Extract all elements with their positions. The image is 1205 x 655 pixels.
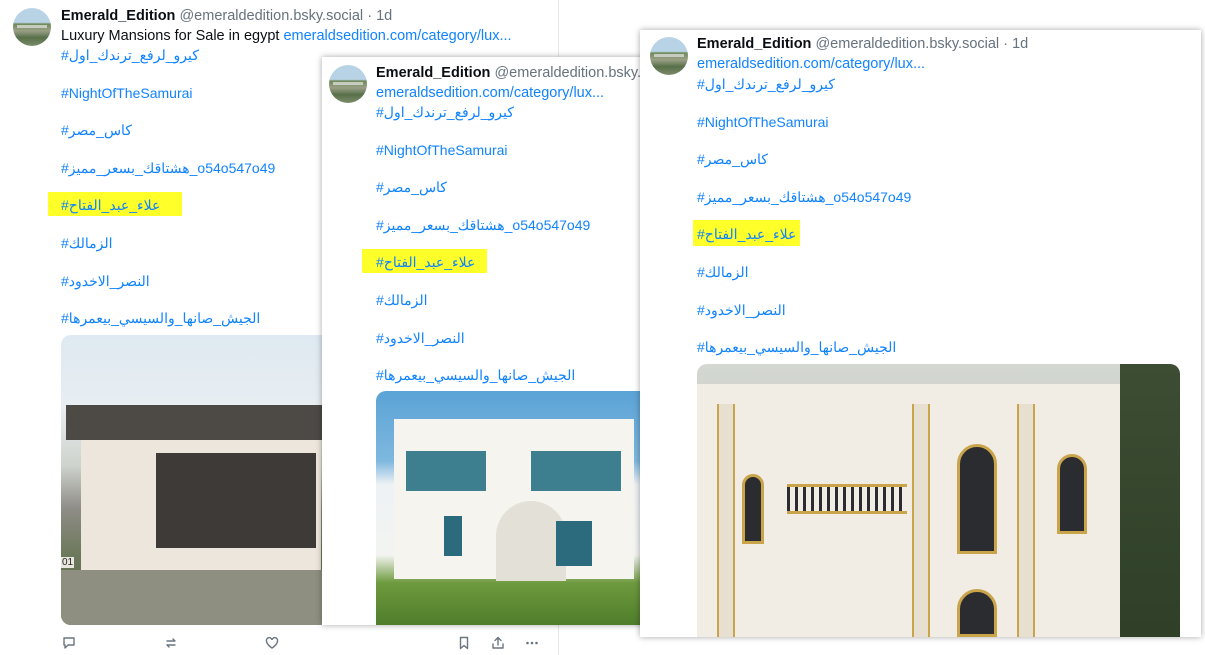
image-window xyxy=(957,589,997,637)
post-text: Luxury Mansions for Sale in egypt emeral… xyxy=(61,27,512,45)
hashtag-link[interactable]: #النصر_الاخدود xyxy=(376,330,465,346)
hashtag-link[interactable]: #هشتاقك_بسعر_مميز_o54o547o49 xyxy=(61,160,275,176)
hashtag-item-highlighted[interactable]: #علاء_عبد_الفتاح xyxy=(47,192,275,234)
hashtag-link[interactable]: #كاس_مصر xyxy=(697,151,768,167)
hashtag-item-highlighted[interactable]: #علاء_عبد_الفتاح xyxy=(361,249,590,291)
author-handle[interactable]: @emeraldedition.bsky.social xyxy=(815,36,999,52)
hashtag-item[interactable]: #الزمالك xyxy=(61,234,275,272)
hashtag-link[interactable]: #الجيش_صانها_والسيسي_بيعمرها xyxy=(376,367,575,383)
hashtag-item[interactable]: #كيرو_لرفع_ترندك_اول xyxy=(61,46,275,84)
image-window xyxy=(444,516,462,556)
hashtag-item[interactable]: #هشتاقك_بسعر_مميز_o54o547o49 xyxy=(61,159,275,197)
author-handle[interactable]: @emeraldedition.bsky. xyxy=(494,65,641,81)
hashtag-link[interactable]: #كيرو_لرفع_ترندك_اول xyxy=(697,76,835,92)
post-actions-secondary xyxy=(456,636,556,654)
hashtag-item[interactable]: #NightOfTheSamurai xyxy=(376,141,590,179)
post-link[interactable]: emeraldsedition.com/category/lux... xyxy=(283,28,511,44)
hashtag-link[interactable]: #كيرو_لرفع_ترندك_اول xyxy=(61,47,199,63)
hashtag-link[interactable]: #NightOfTheSamurai xyxy=(376,142,508,158)
author-name[interactable]: Emerald_Edition xyxy=(697,36,811,52)
hashtag-link[interactable]: #علاء_عبد_الفتاح xyxy=(61,197,160,213)
hashtag-link[interactable]: #كيرو_لرفع_ترندك_اول xyxy=(376,104,514,120)
post-header: Emerald_Edition @emeraldedition.bsky. xyxy=(376,64,641,82)
share-icon[interactable] xyxy=(490,636,506,652)
separator-dot: · xyxy=(1003,36,1009,52)
more-icon[interactable] xyxy=(524,636,540,652)
image-lawn xyxy=(61,570,361,625)
hashtag-link[interactable]: #الجيش_صانها_والسيسي_بيعمرها xyxy=(61,310,260,326)
hashtag-link[interactable]: #NightOfTheSamurai xyxy=(697,114,829,130)
image-balcony xyxy=(531,451,621,491)
hashtag-item[interactable]: #NightOfTheSamurai xyxy=(697,113,911,151)
heart-icon[interactable] xyxy=(264,636,280,652)
image-door xyxy=(556,521,592,566)
image-roof xyxy=(66,405,356,440)
post-header: Emerald_Edition @emeraldedition.bsky.soc… xyxy=(697,35,1028,53)
hashtag-list: #كيرو_لرفع_ترندك_اول #NightOfTheSamurai … xyxy=(47,46,275,347)
hashtag-item[interactable]: #كيرو_لرفع_ترندك_اول xyxy=(376,103,590,141)
avatar[interactable] xyxy=(13,8,51,46)
image-window xyxy=(742,474,764,544)
post-link[interactable]: emeraldsedition.com/category/lux... xyxy=(697,56,925,72)
hashtag-link[interactable]: #هشتاقك_بسعر_مميز_o54o547o49 xyxy=(697,189,911,205)
image-column xyxy=(717,404,735,637)
post-text: emeraldsedition.com/category/lux... xyxy=(376,84,604,102)
hashtag-item[interactable]: #النصر_الاخدود xyxy=(61,272,275,310)
post-image[interactable] xyxy=(697,364,1180,637)
hashtag-item[interactable]: #الزمالك xyxy=(376,291,590,329)
separator-dot: · xyxy=(367,8,373,24)
hashtag-link[interactable]: #كاس_مصر xyxy=(376,179,447,195)
reply-icon[interactable] xyxy=(61,636,77,652)
hashtag-item[interactable]: #كاس_مصر xyxy=(376,178,590,216)
bookmark-icon[interactable] xyxy=(456,636,472,652)
author-handle[interactable]: @emeraldedition.bsky.social xyxy=(179,8,363,24)
repost-icon[interactable] xyxy=(163,636,179,652)
image-tree xyxy=(1120,364,1180,637)
house-number: 01 xyxy=(61,557,75,568)
hashtag-link[interactable]: #الزمالك xyxy=(376,292,428,308)
hashtag-item[interactable]: #كاس_مصر xyxy=(61,121,275,159)
hashtag-item[interactable]: #هشتاقك_بسعر_مميز_o54o547o49 xyxy=(376,216,590,254)
post-text: emeraldsedition.com/category/lux... xyxy=(697,55,925,73)
avatar[interactable] xyxy=(650,37,688,75)
post-link[interactable]: emeraldsedition.com/category/lux... xyxy=(376,85,604,101)
hashtag-link[interactable]: #علاء_عبد_الفتاح xyxy=(697,226,796,242)
post-text-prefix: Luxury Mansions for Sale in egypt xyxy=(61,28,284,44)
hashtag-link[interactable]: #الزمالك xyxy=(697,264,749,280)
hashtag-link[interactable]: #النصر_الاخدود xyxy=(61,273,150,289)
post-card-3[interactable]: Emerald_Edition @emeraldedition.bsky.soc… xyxy=(640,30,1201,637)
hashtag-link[interactable]: #كاس_مصر xyxy=(61,122,132,138)
hashtag-item[interactable]: #كاس_مصر xyxy=(697,150,911,188)
image-pergola xyxy=(406,451,486,491)
hashtag-item[interactable]: #الزمالك xyxy=(697,263,911,301)
author-name[interactable]: Emerald_Edition xyxy=(61,8,175,24)
image-window xyxy=(1057,454,1087,534)
hashtag-link[interactable]: #هشتاقك_بسعر_مميز_o54o547o49 xyxy=(376,217,590,233)
post-image[interactable]: 01 xyxy=(61,335,361,625)
hashtag-link[interactable]: #NightOfTheSamurai xyxy=(61,85,193,101)
hashtag-link[interactable]: #علاء_عبد_الفتاح xyxy=(376,254,475,270)
hashtag-item-highlighted[interactable]: #علاء_عبد_الفتاح xyxy=(692,220,911,263)
hashtag-list: #كيرو_لرفع_ترندك_اول #NightOfTheSamurai … xyxy=(692,75,911,376)
post-time[interactable]: 1d xyxy=(1012,36,1028,52)
hashtag-item[interactable]: #النصر_الاخدود xyxy=(376,329,590,367)
avatar[interactable] xyxy=(329,65,367,103)
image-window xyxy=(957,444,997,554)
hashtag-link[interactable]: #الجيش_صانها_والسيسي_بيعمرها xyxy=(697,339,896,355)
hashtag-link[interactable]: #الزمالك xyxy=(61,235,113,251)
image-facade xyxy=(156,453,316,548)
hashtag-item[interactable]: #النصر_الاخدود xyxy=(697,301,911,339)
hashtag-link[interactable]: #النصر_الاخدود xyxy=(697,302,786,318)
hashtag-item[interactable]: #NightOfTheSamurai xyxy=(61,84,275,122)
image-balcony xyxy=(787,484,907,514)
image-column xyxy=(912,404,930,637)
author-name[interactable]: Emerald_Edition xyxy=(376,65,490,81)
hashtag-item[interactable]: #كيرو_لرفع_ترندك_اول xyxy=(697,75,911,113)
post-image[interactable] xyxy=(376,391,652,625)
post-time[interactable]: 1d xyxy=(376,8,392,24)
post-header: Emerald_Edition @emeraldedition.bsky.soc… xyxy=(61,7,392,25)
post-card-2[interactable]: Emerald_Edition @emeraldedition.bsky. em… xyxy=(322,57,652,625)
hashtag-list: #كيرو_لرفع_ترندك_اول #NightOfTheSamurai … xyxy=(361,103,590,404)
image-column xyxy=(1017,404,1035,637)
